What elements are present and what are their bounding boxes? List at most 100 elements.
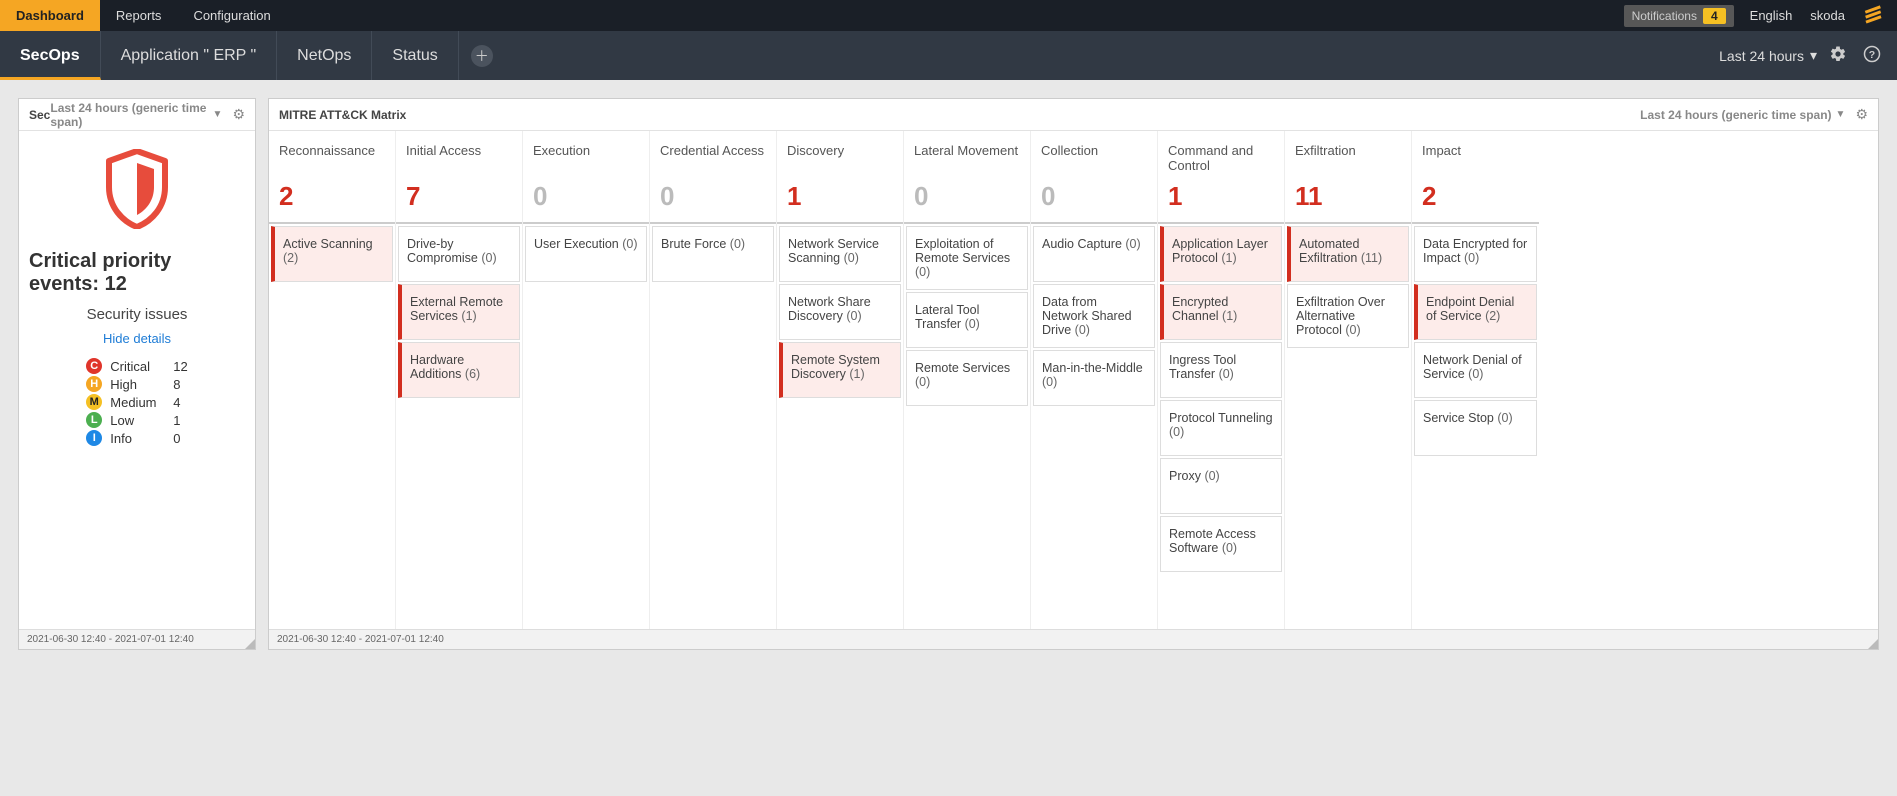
technique-count: (0): [1125, 237, 1140, 251]
severity-row[interactable]: LLow1: [86, 412, 187, 428]
technique-count: (0): [915, 265, 930, 279]
app-logo-icon[interactable]: [1863, 4, 1883, 27]
technique-count: (0): [1075, 323, 1090, 337]
user-menu[interactable]: skoda: [1810, 8, 1845, 23]
add-tab-button[interactable]: ＋: [471, 45, 493, 67]
subnav-tab[interactable]: NetOps: [277, 31, 372, 80]
technique-label: Endpoint Denial of Service: [1426, 295, 1514, 323]
severity-row[interactable]: CCritical12: [86, 358, 187, 374]
technique-label: Remote Access Software: [1169, 527, 1256, 555]
tactic-name: Command and Control: [1168, 143, 1274, 173]
gear-icon[interactable]: ⚙: [232, 106, 245, 123]
subnav-tab[interactable]: SecOps: [0, 31, 101, 80]
panel-header: Sec Last 24 hours (generic time span) ▼ …: [19, 99, 255, 131]
resize-handle-icon[interactable]: [1868, 639, 1878, 649]
technique-cell[interactable]: Network Share Discovery (0): [779, 284, 901, 340]
technique-cell[interactable]: Service Stop (0): [1414, 400, 1537, 456]
severity-table: CCritical12HHigh8MMedium4LLow1IInfo0: [86, 358, 187, 448]
matrix-column: Initial Access7Drive-by Compromise (0)Ex…: [396, 131, 523, 629]
security-subtitle: Security issues: [87, 306, 188, 323]
technique-count: (0): [965, 317, 980, 331]
technique-count: (1): [1222, 309, 1237, 323]
technique-cell[interactable]: Audio Capture (0): [1033, 226, 1155, 282]
topnav-tab-dashboard[interactable]: Dashboard: [0, 0, 100, 31]
panel-time-span[interactable]: Last 24 hours (generic time span): [50, 101, 208, 129]
tactic-name: Exfiltration: [1295, 143, 1401, 173]
tactic-count: 0: [533, 181, 639, 212]
panel-title: MITRE ATT&CK Matrix: [279, 108, 406, 122]
severity-badge-icon: C: [86, 358, 102, 374]
gear-icon[interactable]: [1829, 45, 1847, 66]
technique-count: (1): [461, 309, 476, 323]
severity-row[interactable]: IInfo0: [86, 430, 187, 446]
help-icon[interactable]: ?: [1863, 45, 1881, 66]
footer-time-range: 2021-06-30 12:40 - 2021-07-01 12:40: [277, 634, 444, 645]
security-summary-panel: Sec Last 24 hours (generic time span) ▼ …: [18, 98, 256, 650]
technique-cell[interactable]: Active Scanning (2): [271, 226, 393, 282]
technique-cell[interactable]: Data from Network Shared Drive (0): [1033, 284, 1155, 348]
gear-icon[interactable]: ⚙: [1855, 106, 1868, 123]
chevron-down-icon[interactable]: ▼: [213, 109, 223, 120]
technique-cell[interactable]: Hardware Additions (6): [398, 342, 520, 398]
severity-row[interactable]: MMedium4: [86, 394, 187, 410]
top-navbar: DashboardReportsConfiguration Notificati…: [0, 0, 1897, 31]
panel-time-span[interactable]: Last 24 hours (generic time span): [1640, 108, 1831, 122]
technique-cell[interactable]: Network Denial of Service (0): [1414, 342, 1537, 398]
subnav-tab[interactable]: Status: [372, 31, 458, 80]
technique-label: External Remote Services: [410, 295, 503, 323]
technique-cell[interactable]: Network Service Scanning (0): [779, 226, 901, 282]
technique-cell[interactable]: Brute Force (0): [652, 226, 774, 282]
time-range-selector[interactable]: Last 24 hours ▾: [1719, 47, 1817, 64]
technique-label: Network Service Scanning: [788, 237, 879, 265]
technique-cell[interactable]: Proxy (0): [1160, 458, 1282, 514]
technique-label: Remote System Discovery: [791, 353, 880, 381]
topnav-tab-reports[interactable]: Reports: [100, 0, 178, 31]
technique-cell[interactable]: Exploitation of Remote Services (0): [906, 226, 1028, 290]
technique-count: (0): [622, 237, 637, 251]
technique-count: (1): [849, 367, 864, 381]
sub-navbar: SecOpsApplication " ERP "NetOpsStatus ＋ …: [0, 31, 1897, 80]
tactic-name: Credential Access: [660, 143, 766, 173]
technique-cell[interactable]: User Execution (0): [525, 226, 647, 282]
technique-label: Audio Capture: [1042, 237, 1125, 251]
technique-cell[interactable]: Lateral Tool Transfer (0): [906, 292, 1028, 348]
technique-cell[interactable]: Application Layer Protocol (1): [1160, 226, 1282, 282]
technique-cell[interactable]: Automated Exfiltration (11): [1287, 226, 1409, 282]
matrix-column: Execution0User Execution (0): [523, 131, 650, 629]
tactic-name: Impact: [1422, 143, 1529, 173]
technique-label: Protocol Tunneling: [1169, 411, 1273, 425]
severity-row[interactable]: HHigh8: [86, 376, 187, 392]
technique-count: (1): [1221, 251, 1236, 265]
subnav-tab[interactable]: Application " ERP ": [101, 31, 278, 80]
language-selector[interactable]: English: [1750, 8, 1793, 23]
tactic-name: Reconnaissance: [279, 143, 385, 173]
topnav-tab-configuration[interactable]: Configuration: [177, 0, 286, 31]
technique-cell[interactable]: Data Encrypted for Impact (0): [1414, 226, 1537, 282]
technique-cell[interactable]: Encrypted Channel (1): [1160, 284, 1282, 340]
technique-count: (6): [465, 367, 480, 381]
technique-cell[interactable]: Remote System Discovery (1): [779, 342, 901, 398]
technique-cell[interactable]: External Remote Services (1): [398, 284, 520, 340]
technique-cell[interactable]: Endpoint Denial of Service (2): [1414, 284, 1537, 340]
notifications-badge[interactable]: Notifications 4: [1624, 5, 1734, 27]
technique-count: (0): [1464, 251, 1479, 265]
technique-label: Application Layer Protocol: [1172, 237, 1268, 265]
chevron-down-icon[interactable]: ▼: [1836, 109, 1846, 120]
technique-cell[interactable]: Remote Services (0): [906, 350, 1028, 406]
technique-cell[interactable]: Man-in-the-Middle (0): [1033, 350, 1155, 406]
technique-cell[interactable]: Ingress Tool Transfer (0): [1160, 342, 1282, 398]
matrix-column: Impact2Data Encrypted for Impact (0)Endp…: [1412, 131, 1539, 629]
matrix-column: Discovery1Network Service Scanning (0)Ne…: [777, 131, 904, 629]
resize-handle-icon[interactable]: [245, 639, 255, 649]
technique-label: Service Stop: [1423, 411, 1497, 425]
tactic-count: 7: [406, 181, 512, 212]
technique-cell[interactable]: Exfiltration Over Alternative Protocol (…: [1287, 284, 1409, 348]
hide-details-link[interactable]: Hide details: [103, 331, 171, 346]
severity-label: Critical: [110, 359, 165, 374]
severity-label: Medium: [110, 395, 165, 410]
tactic-name: Initial Access: [406, 143, 512, 173]
technique-cell[interactable]: Drive-by Compromise (0): [398, 226, 520, 282]
footer-time-range: 2021-06-30 12:40 - 2021-07-01 12:40: [27, 634, 194, 645]
technique-cell[interactable]: Protocol Tunneling (0): [1160, 400, 1282, 456]
technique-cell[interactable]: Remote Access Software (0): [1160, 516, 1282, 572]
